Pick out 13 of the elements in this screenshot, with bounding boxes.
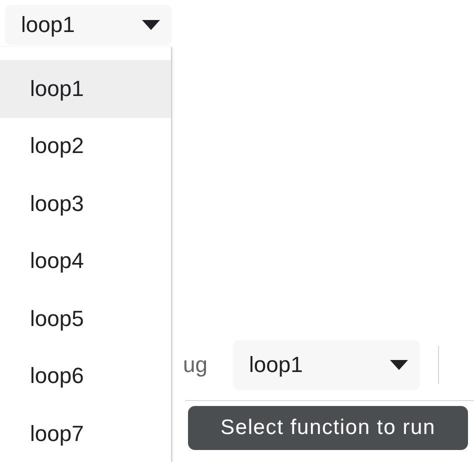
menu-option[interactable]: loop1 <box>0 60 171 118</box>
tooltip: Select function to run <box>188 406 468 450</box>
caret-icon <box>390 360 408 370</box>
menu-option[interactable]: loop7 <box>0 405 171 462</box>
menu-option[interactable]: loop2 <box>0 118 171 175</box>
function-select[interactable]: loop1 <box>5 5 172 45</box>
menu-option[interactable]: loop6 <box>0 348 171 405</box>
menu-option[interactable]: loop5 <box>0 290 171 348</box>
caret-icon <box>142 20 160 30</box>
menu-option[interactable]: loop3 <box>0 175 171 232</box>
menu-option[interactable]: loop4 <box>0 232 171 290</box>
toolbar-label: ug <box>183 352 208 378</box>
function-select[interactable]: loop1 <box>233 340 420 390</box>
